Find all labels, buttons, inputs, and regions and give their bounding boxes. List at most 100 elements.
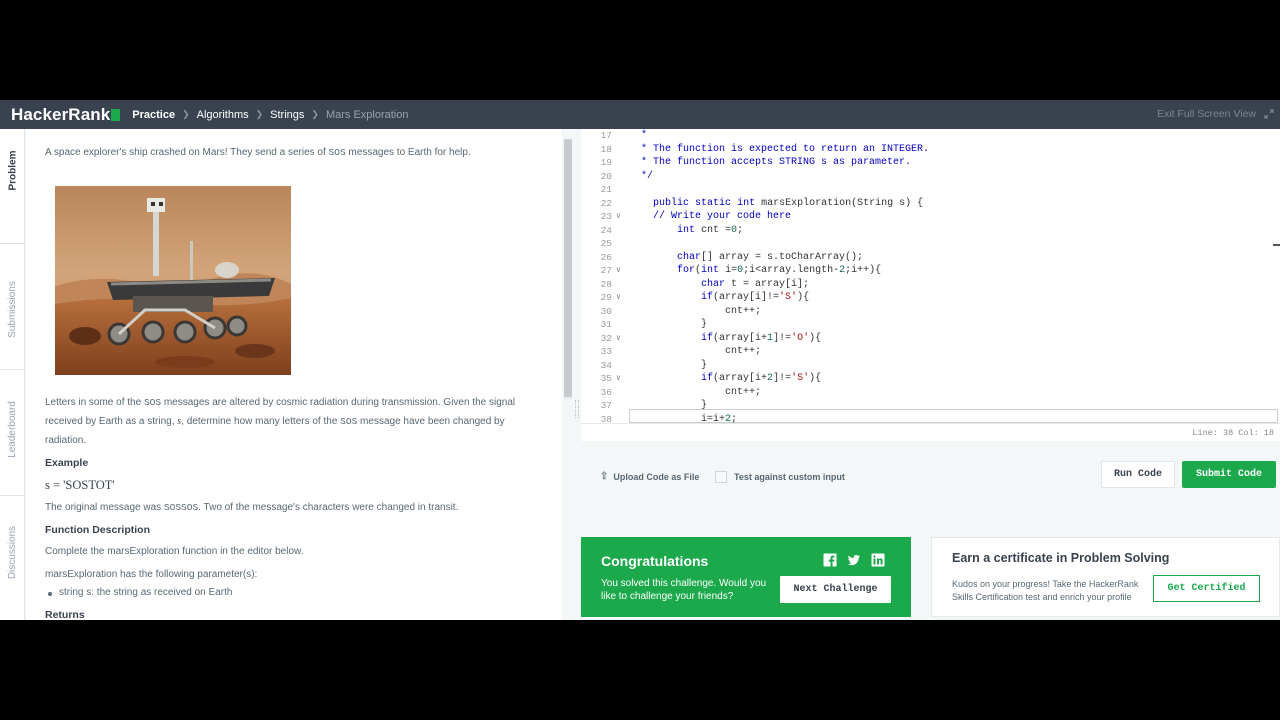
original-text-a: The original message was bbox=[45, 502, 164, 513]
code-line: 35 ∨ if(array[i+2]!='S'){ bbox=[581, 372, 1280, 386]
run-code-button[interactable]: Run Code bbox=[1101, 461, 1175, 488]
line-number: 18 bbox=[600, 143, 612, 155]
problem-scrollbar[interactable] bbox=[562, 129, 574, 620]
returns-heading: Returns bbox=[45, 609, 85, 620]
code-text: i=i+2; bbox=[629, 413, 738, 424]
chevron-right-icon: ❯ bbox=[311, 109, 319, 119]
custom-input-checkbox[interactable] bbox=[715, 471, 727, 483]
line-number: 38 bbox=[600, 413, 612, 424]
linkedin-icon[interactable] bbox=[871, 553, 885, 567]
fold-toggle-icon[interactable]: ∨ bbox=[616, 291, 621, 305]
code-text: char t = array[i]; bbox=[701, 278, 810, 290]
code-line: 17 * bbox=[581, 129, 1280, 143]
vertical-tabs: Problem Submissions Leaderboard Discussi… bbox=[0, 129, 25, 620]
breadcrumb-algorithms[interactable]: Algorithms bbox=[197, 109, 249, 121]
breadcrumb: Practice ❯ Algorithms ❯ Strings ❯ Mars E… bbox=[132, 109, 408, 121]
tab-discussions-label: Discussions bbox=[7, 525, 19, 579]
tab-divider bbox=[0, 495, 24, 496]
line-number: 32 bbox=[600, 332, 612, 344]
tab-submissions[interactable]: Submissions bbox=[0, 264, 25, 354]
intro-text: A space explorer's ship crashed on Mars!… bbox=[45, 143, 525, 162]
code-line: 23 ∨ // Write your code here bbox=[581, 210, 1280, 224]
custom-input-label: Test against custom input bbox=[734, 472, 845, 482]
code-text: cnt++; bbox=[629, 346, 762, 357]
cursor-position: Line: 38 Col: 18 bbox=[1192, 428, 1274, 438]
tab-leaderboard[interactable]: Leaderboard bbox=[0, 384, 25, 474]
code-line: 25 bbox=[581, 237, 1280, 251]
next-challenge-button[interactable]: Next Challenge bbox=[780, 576, 891, 603]
code-text: } bbox=[629, 319, 708, 330]
certificate-text: Kudos on your progress! Take the HackerR… bbox=[952, 579, 1139, 602]
code-line: 19 * The function accepts STRING s as pa… bbox=[581, 156, 1280, 170]
scrollbar-thumb[interactable] bbox=[564, 139, 572, 397]
intro-text-b: messages to Earth for help. bbox=[345, 147, 471, 158]
line-number: 33 bbox=[600, 346, 612, 357]
code-line: 28 char t = array[i]; bbox=[581, 278, 1280, 292]
top-navigation-bar: HackerRank Practice ❯ Algorithms ❯ Strin… bbox=[0, 100, 1280, 129]
tab-submissions-label: Submissions bbox=[7, 280, 19, 338]
code-text: * The function is expected to return an … bbox=[641, 143, 930, 155]
submit-code-button[interactable]: Submit Code bbox=[1182, 461, 1276, 488]
line-number: 31 bbox=[600, 319, 612, 330]
fullscreen-collapse-icon[interactable] bbox=[1264, 109, 1274, 119]
code-line: 38 i=i+2; bbox=[581, 413, 1280, 424]
line-number: 17 bbox=[600, 130, 612, 141]
desc-text-c: , determine how many letters of the bbox=[181, 416, 341, 427]
tab-problem[interactable]: Problem bbox=[0, 135, 25, 205]
fold-toggle-icon[interactable]: ∨ bbox=[616, 264, 621, 278]
fold-toggle-icon[interactable]: ∨ bbox=[616, 210, 621, 224]
code-line: 33 cnt++; bbox=[581, 345, 1280, 359]
congrats-text: You solved this challenge. Would you lik… bbox=[601, 578, 767, 602]
code-text: for(int i=0;i<array.length-2;i++){ bbox=[677, 265, 882, 276]
code-line: 26 char[] array = s.toCharArray(); bbox=[581, 251, 1280, 265]
code-line: 34 } bbox=[581, 359, 1280, 373]
chevron-right-icon: ❯ bbox=[255, 109, 264, 119]
code-line: 36 cnt++; bbox=[581, 386, 1280, 400]
function-description-heading: Function Description bbox=[45, 524, 150, 536]
desc-code-a: SOS bbox=[143, 397, 162, 408]
pane-resize-handle[interactable] bbox=[575, 400, 579, 418]
tab-discussions[interactable]: Discussions bbox=[0, 507, 25, 597]
upload-code-button[interactable]: ⇪ Upload Code as File bbox=[600, 471, 699, 482]
line-number: 37 bbox=[600, 400, 612, 411]
function-description-text: Complete the marsExploration function in… bbox=[45, 546, 304, 557]
breadcrumb-strings[interactable]: Strings bbox=[270, 109, 304, 121]
code-text: public static int marsExploration(String… bbox=[653, 197, 924, 209]
line-number: 24 bbox=[600, 224, 612, 236]
logo-text: HackerRank bbox=[11, 104, 111, 124]
code-line: 18 * The function is expected to return … bbox=[581, 143, 1280, 157]
get-certified-button[interactable]: Get Certified bbox=[1153, 575, 1260, 602]
twitter-icon[interactable] bbox=[847, 553, 861, 567]
code-text: if(array[i]!='S'){ bbox=[701, 292, 810, 303]
line-number: 26 bbox=[600, 251, 612, 263]
exit-fullscreen-link[interactable]: Exit Full Screen View bbox=[1157, 100, 1256, 129]
line-number: 23 bbox=[600, 211, 612, 222]
tab-divider bbox=[0, 243, 24, 244]
line-number: 21 bbox=[600, 184, 612, 195]
code-text: int cnt =0; bbox=[677, 224, 744, 236]
fold-toggle-icon[interactable]: ∨ bbox=[616, 332, 621, 346]
editor-status-bar: Line: 38 Col: 18 bbox=[581, 423, 1280, 441]
line-number: 34 bbox=[600, 359, 612, 371]
code-text: */ bbox=[641, 170, 654, 182]
code-text: } bbox=[629, 400, 708, 411]
code-text: } bbox=[629, 359, 708, 371]
code-text: * The function accepts STRING s as param… bbox=[641, 157, 912, 168]
fold-toggle-icon[interactable]: ∨ bbox=[616, 372, 621, 386]
code-line: 27 ∨ for(int i=0;i<array.length-2;i++){ bbox=[581, 264, 1280, 278]
example-math: s = 'SOSTOT' bbox=[45, 478, 115, 492]
logo-mark-icon bbox=[111, 108, 121, 121]
desc-text-a: Letters in some of the bbox=[45, 397, 144, 408]
breadcrumb-practice[interactable]: Practice bbox=[132, 109, 175, 121]
breadcrumb-current: Mars Exploration bbox=[325, 108, 409, 121]
hackerrank-logo[interactable]: HackerRank bbox=[11, 100, 121, 129]
upload-icon: ⇪ bbox=[600, 471, 609, 482]
custom-input-toggle[interactable]: Test against custom input bbox=[715, 471, 845, 483]
facebook-icon[interactable] bbox=[823, 553, 837, 567]
line-number: 27 bbox=[600, 265, 612, 276]
certificate-title: Earn a certificate in Problem Solving bbox=[952, 551, 1170, 565]
code-line: 31 } bbox=[581, 318, 1280, 332]
code-editor[interactable]: 17 * 18 * The function is expected to ret… bbox=[581, 129, 1280, 423]
code-text: char[] array = s.toCharArray(); bbox=[677, 251, 864, 263]
code-text: if(array[i+2]!='S'){ bbox=[701, 373, 822, 384]
